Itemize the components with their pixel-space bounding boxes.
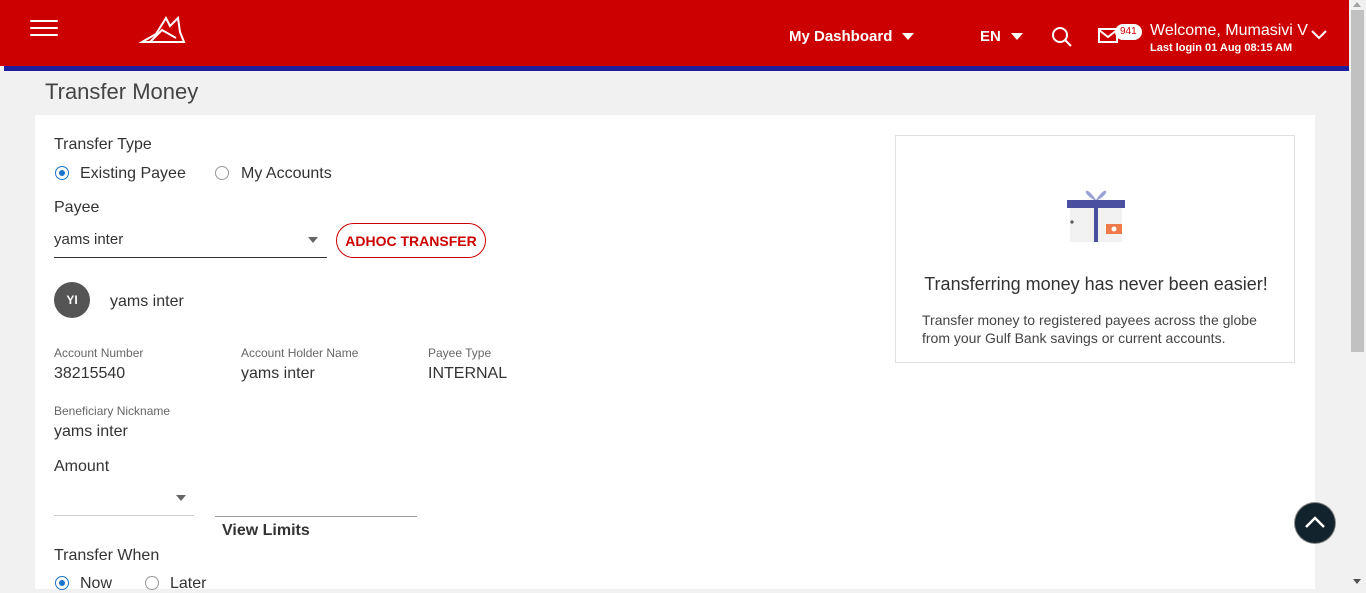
account-number-value: 38215540 xyxy=(54,365,126,382)
page-title: Transfer Money xyxy=(45,79,199,104)
dashboard-label: My Dashboard xyxy=(789,28,893,45)
mail-count-badge: 941 xyxy=(1115,24,1142,40)
scroll-down-icon[interactable] xyxy=(1353,579,1361,584)
promo-text: Transfer money to registered payees acro… xyxy=(922,312,1257,346)
amount-input[interactable] xyxy=(215,486,417,517)
scroll-up-icon[interactable] xyxy=(1353,2,1361,7)
payee-name: yams inter xyxy=(110,293,184,310)
chevron-down-icon xyxy=(902,32,915,40)
gift-icon xyxy=(1067,190,1125,242)
payee-avatar: YI xyxy=(54,282,90,318)
nickname-value: yams inter xyxy=(54,423,128,440)
menu-icon[interactable] xyxy=(30,20,58,38)
radio-later-label[interactable]: Later xyxy=(170,575,206,593)
nickname-label: Beneficiary Nickname xyxy=(54,404,171,418)
language-label: EN xyxy=(980,28,1001,45)
adhoc-transfer-button[interactable]: ADHOC TRANSFER xyxy=(336,223,486,258)
last-login-text: Last login 01 Aug 08:15 AM xyxy=(1150,42,1293,54)
welcome-text: Welcome, Mumasivi V xyxy=(1150,22,1308,39)
account-holder-label: Account Holder Name xyxy=(241,346,359,360)
promo-title: Transferring money has never been easier… xyxy=(924,274,1268,294)
radio-existing-payee[interactable] xyxy=(55,166,69,180)
top-header: My Dashboard EN 941 Welcome, Mumasivi V … xyxy=(0,0,1349,66)
search-icon[interactable] xyxy=(1051,26,1073,48)
promo-panel: Transferring money has never been easier… xyxy=(895,135,1295,363)
payee-select[interactable]: yams inter xyxy=(54,226,327,258)
payee-type-label: Payee Type xyxy=(428,346,492,360)
radio-my-accounts[interactable] xyxy=(215,166,229,180)
chevron-down-icon xyxy=(176,495,186,501)
view-limits-link[interactable]: View Limits xyxy=(222,522,310,540)
chevron-up-icon xyxy=(1305,516,1325,528)
bank-logo[interactable] xyxy=(136,12,188,48)
radio-now[interactable] xyxy=(55,576,69,590)
account-number-label: Account Number xyxy=(54,346,144,360)
header-divider xyxy=(4,66,1349,71)
scroll-to-top-button[interactable] xyxy=(1295,503,1335,543)
radio-my-accounts-label[interactable]: My Accounts xyxy=(241,165,332,183)
radio-later[interactable] xyxy=(145,576,159,590)
account-holder-value: yams inter xyxy=(241,365,315,382)
payee-type-value: INTERNAL xyxy=(428,365,508,382)
amount-label: Amount xyxy=(54,458,110,475)
payee-select-value: yams inter xyxy=(54,231,124,248)
user-menu-chevron-icon[interactable] xyxy=(1310,28,1328,42)
chevron-down-icon xyxy=(1010,32,1023,40)
currency-select[interactable] xyxy=(54,486,194,516)
radio-now-label[interactable]: Now xyxy=(80,575,112,593)
transfer-type-label: Transfer Type xyxy=(54,136,152,153)
scrollbar-thumb[interactable] xyxy=(1351,10,1364,352)
payee-label: Payee xyxy=(54,199,100,216)
page-scrollbar[interactable] xyxy=(1349,0,1366,589)
transfer-when-label: Transfer When xyxy=(54,547,160,564)
chevron-down-icon xyxy=(308,237,318,243)
language-dropdown[interactable]: EN xyxy=(980,28,1023,45)
dashboard-dropdown[interactable]: My Dashboard xyxy=(789,28,915,45)
radio-existing-payee-label[interactable]: Existing Payee xyxy=(80,165,186,183)
